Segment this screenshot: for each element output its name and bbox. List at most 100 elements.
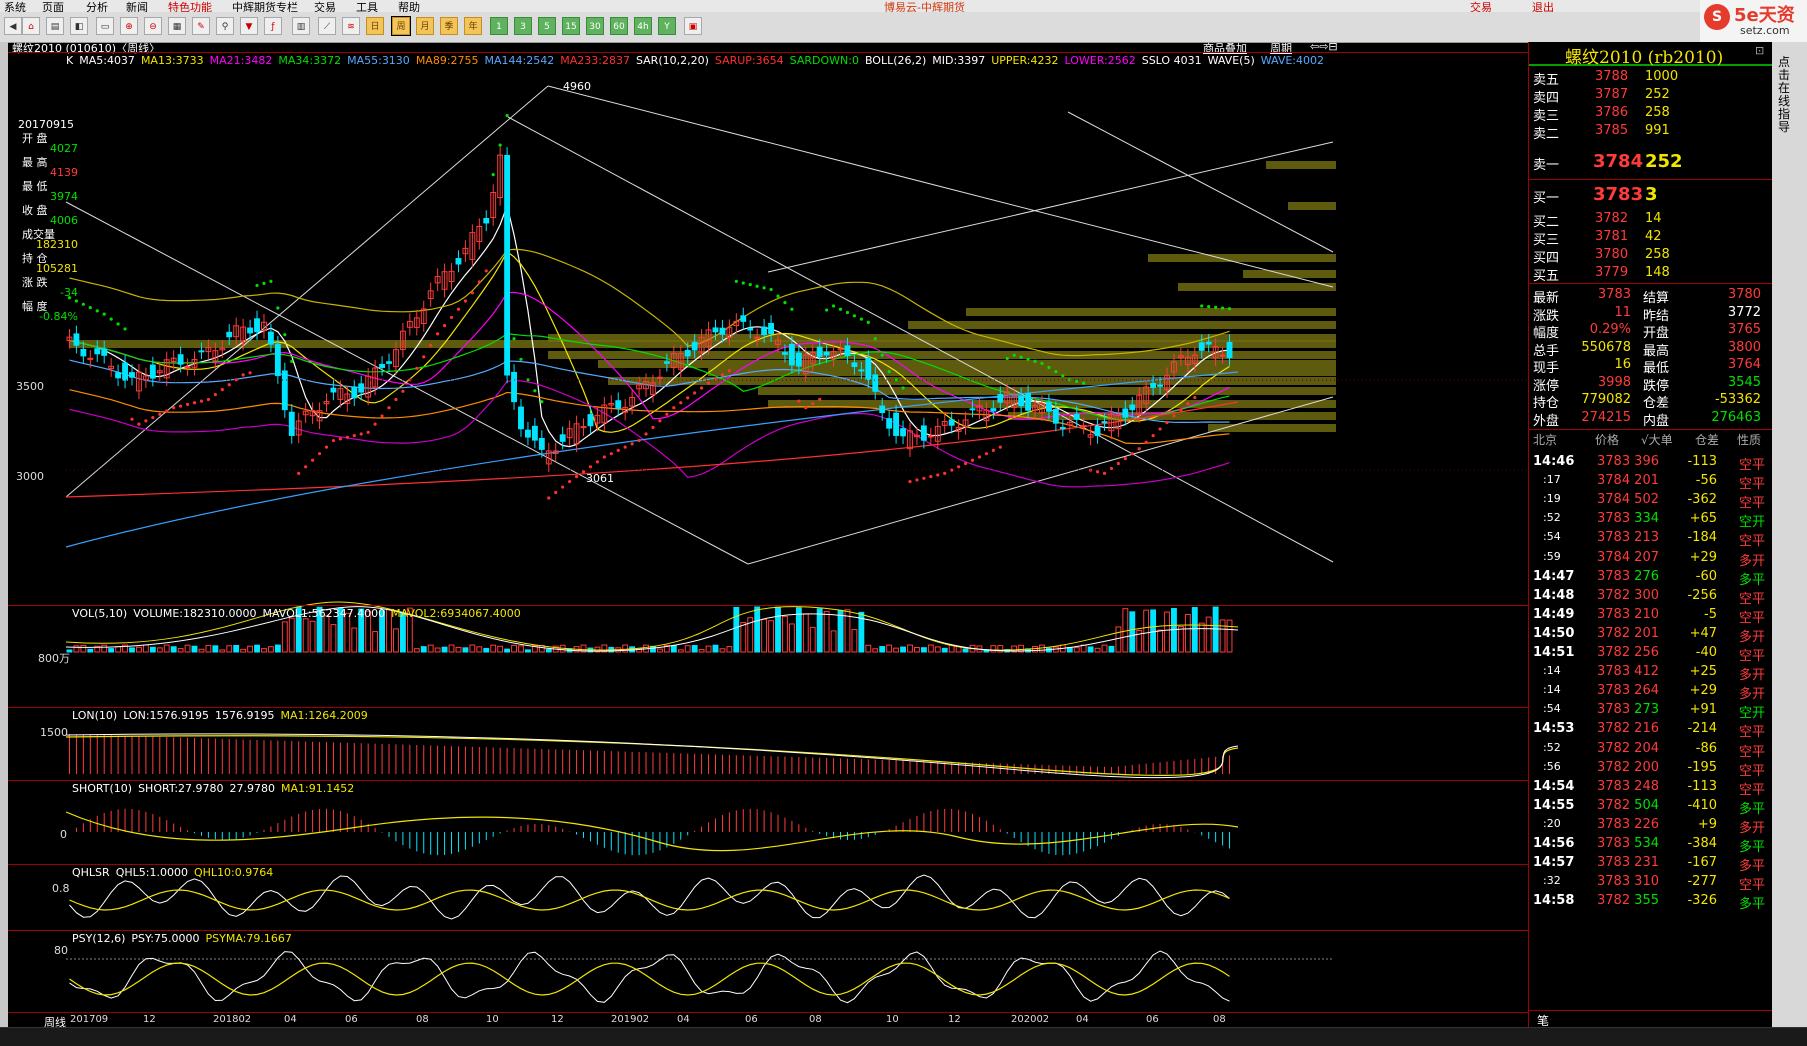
- period-year-button[interactable]: 年: [464, 17, 482, 35]
- sar-dot: [394, 397, 398, 402]
- period-week-button[interactable]: 周: [391, 16, 411, 36]
- line-chart-icon[interactable]: ⟋: [318, 17, 336, 35]
- period-3-button[interactable]: 3: [514, 17, 532, 35]
- tick-p: 3783: [1597, 855, 1631, 871]
- zoom-out-icon[interactable]: ⊖: [144, 17, 162, 35]
- stat-row: 现手 16 最低 3764: [1533, 356, 1769, 376]
- period-30-button[interactable]: 30: [586, 17, 604, 35]
- tick-v: 204: [1634, 740, 1659, 756]
- ask-level-row[interactable]: 卖三 3786 258: [1533, 104, 1769, 124]
- tick-chart-icon[interactable]: ≋: [342, 17, 360, 35]
- bid1-row[interactable]: 买一 3783 3: [1533, 183, 1769, 207]
- stat-v1: 16: [1614, 357, 1631, 372]
- sar-dot: [1193, 395, 1197, 400]
- sar-dot: [922, 476, 926, 480]
- panel-menu-icon[interactable]: ⊡: [1755, 44, 1764, 57]
- tick-o: -167: [1687, 855, 1717, 871]
- sar-dot: [151, 415, 155, 420]
- window-icon[interactable]: ▦: [168, 17, 186, 35]
- document-icon[interactable]: ▭: [96, 17, 114, 35]
- calculator-icon[interactable]: ▣: [684, 17, 702, 35]
- indicator-icon[interactable]: ƒ: [264, 17, 282, 35]
- sar-dot: [387, 406, 391, 410]
- period-5-button[interactable]: 5: [538, 17, 556, 35]
- candle: [719, 327, 726, 335]
- sar-dot: [1207, 305, 1211, 309]
- notebook-icon[interactable]: ▤: [46, 17, 64, 35]
- side-tab-online-guide[interactable]: 点击 在线 指导: [1778, 56, 1792, 134]
- tick-t: 14:54: [1533, 778, 1575, 794]
- period-60-button[interactable]: 60: [610, 17, 628, 35]
- ask1-row[interactable]: 卖一 3784 252: [1533, 150, 1769, 174]
- period-quarter-button[interactable]: 季: [440, 17, 458, 35]
- period-month-button[interactable]: 月: [416, 17, 434, 35]
- home-icon[interactable]: ⌂: [22, 17, 40, 35]
- tick-p: 3782: [1597, 645, 1631, 660]
- tick-row[interactable]: 14:58 3782 355 -326 多平: [1533, 891, 1769, 913]
- tick-t: :52: [1543, 511, 1561, 525]
- funnel-icon[interactable]: ▼: [240, 17, 258, 35]
- candle: [969, 408, 976, 411]
- chart-area[interactable]: 螺纹2010 (010610)〈周线〉 商品叠加 周期 ⇦⇨⊟ K MA5:403…: [8, 40, 1528, 1029]
- ask-level-row[interactable]: 卖五 3788 1000: [1533, 68, 1769, 88]
- volume-bar: [267, 646, 274, 653]
- sar-dot: [234, 378, 238, 382]
- sar-dot: [1200, 304, 1204, 308]
- period-1-button[interactable]: 1: [490, 17, 508, 35]
- sar-dot: [672, 406, 676, 410]
- ask-level-row[interactable]: 卖二 3785 991: [1533, 122, 1769, 142]
- sar-dot: [866, 320, 870, 324]
- period-day-button[interactable]: 日: [366, 17, 384, 35]
- volume-profile-bar: [1178, 283, 1336, 291]
- period-y-button[interactable]: Y: [658, 17, 676, 35]
- candle: [990, 408, 997, 412]
- quote-title: 螺纹2010 (rb2010): [1565, 48, 1724, 68]
- sar-dot: [574, 475, 579, 479]
- tick-p: 3783: [1597, 778, 1631, 794]
- left-tab-strip[interactable]: [0, 42, 8, 1027]
- volume-bar: [865, 644, 872, 653]
- quote-title-bar: 螺纹2010 (rb2010) ⊡: [1529, 42, 1772, 68]
- draw-pen-icon[interactable]: ✎: [192, 17, 210, 35]
- sar-dot: [505, 113, 509, 118]
- ask-level-price: 3788: [1595, 69, 1629, 84]
- candle: [900, 428, 906, 437]
- ask-level-row[interactable]: 卖四 3787 252: [1533, 86, 1769, 106]
- zoom-in-icon[interactable]: ⊕: [120, 17, 138, 35]
- volume-bar: [73, 645, 80, 653]
- time-axis-label: 12: [551, 1014, 564, 1025]
- volume-bar: [761, 618, 768, 653]
- sar-dot: [519, 357, 523, 361]
- candle: [1205, 341, 1212, 345]
- kline-chart[interactable]: [8, 42, 1528, 1027]
- candle: [504, 154, 511, 376]
- pin-icon[interactable]: ⚲: [216, 17, 234, 35]
- tick-p: 3782: [1597, 625, 1631, 641]
- bid-level-row[interactable]: 买四 3780 258: [1533, 246, 1769, 266]
- back-icon[interactable]: ◀: [4, 17, 22, 35]
- volume-bar: [129, 647, 135, 653]
- volume-bar: [754, 606, 761, 653]
- volume-bar: [511, 644, 517, 653]
- bid-level-row[interactable]: 买三 3781 42: [1533, 228, 1769, 248]
- tick-o: -113: [1687, 454, 1717, 469]
- table-icon[interactable]: ▥: [292, 17, 310, 35]
- tick-p: 3784: [1597, 492, 1631, 508]
- bid-level-price: 3781: [1595, 229, 1629, 244]
- candle: [288, 411, 295, 436]
- tick-v: 200: [1634, 759, 1659, 775]
- sar-dot: [95, 309, 99, 313]
- sar-dot: [116, 322, 120, 326]
- volume-bar: [1032, 646, 1038, 653]
- candle: [358, 383, 365, 393]
- period-15-button[interactable]: 15: [562, 17, 580, 35]
- sar-dot: [936, 473, 940, 477]
- bid-level-row[interactable]: 买二 3782 14: [1533, 210, 1769, 230]
- vol-legend-item-2: MAVOL1:562347.4000: [262, 607, 386, 620]
- period-4h-button[interactable]: 4h: [634, 17, 652, 35]
- sar-dot: [720, 373, 725, 377]
- tick-p: 3783: [1597, 606, 1631, 622]
- candle: [177, 354, 184, 365]
- bid-level-row[interactable]: 买五 3779 148: [1533, 264, 1769, 284]
- layers-icon[interactable]: ◧: [70, 17, 88, 35]
